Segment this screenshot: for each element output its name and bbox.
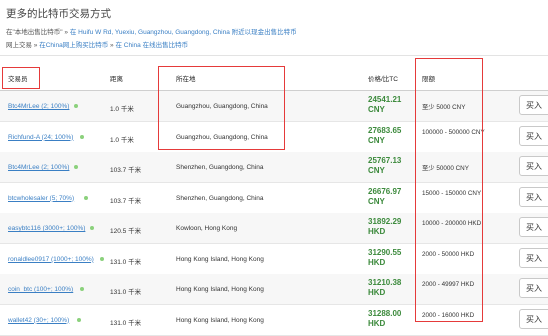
- online-status-dot: [80, 134, 85, 139]
- online-status-dot: [83, 195, 88, 200]
- header-distance[interactable]: 距离: [110, 73, 123, 83]
- buy-button[interactable]: 买入: [519, 247, 548, 268]
- trader-link[interactable]: ronaldlee0917 (1000+; 100%): [8, 256, 94, 263]
- online-status-dot: [73, 104, 78, 108]
- header-divider: [0, 55, 548, 56]
- price-cell: 31892.29 HKD: [368, 217, 402, 236]
- trader-link[interactable]: wallet42 (30+; 100%): [8, 317, 69, 324]
- online-trade-line: 网上交易 » 在China网上购买比特币 » 在 China 在线出售比特币: [6, 39, 188, 49]
- buy-button[interactable]: 买入: [519, 217, 548, 237]
- price-cell: 31210.38 HKD: [368, 278, 402, 297]
- buy-online-china-link[interactable]: 在China网上购买比特币: [39, 42, 108, 49]
- online-status-dot: [77, 317, 81, 322]
- trader-link[interactable]: easybtc116 (3000+; 100%): [8, 225, 85, 232]
- buy-button[interactable]: 买入: [519, 125, 548, 146]
- price-cell: 31288.00 HKD: [368, 308, 402, 328]
- buy-button[interactable]: 买入: [519, 308, 548, 329]
- highlight-trader-header: [2, 67, 40, 89]
- price-cell: 25767.13 CNY: [368, 156, 402, 175]
- location-cell: Hong Kong Island, Hong Kong: [176, 316, 264, 324]
- price-cell: 31290.55 HKD: [368, 247, 402, 267]
- location-cell: Hong Kong Island, Hong Kong: [176, 286, 264, 293]
- trader-link[interactable]: btcwholesaler (5; 70%): [8, 195, 74, 202]
- highlight-limits: [415, 58, 483, 322]
- local-sell-label: 在"本地出售比特币" »: [6, 29, 69, 36]
- online-status-dot: [73, 165, 78, 169]
- distance-cell: 120.5 千米: [110, 228, 142, 235]
- buy-button[interactable]: 买入: [519, 95, 548, 115]
- price-cell: 26676.97 CNY: [368, 186, 402, 206]
- distance-cell: 103.7 千米: [110, 167, 142, 174]
- location-cell: Shenzhen, Guangdong, China: [176, 164, 264, 171]
- buy-button[interactable]: 买入: [519, 186, 548, 207]
- separator-glyph: »: [110, 42, 114, 49]
- trader-link[interactable]: Richfund-A (24; 100%): [8, 134, 73, 141]
- trader-link[interactable]: Btc4MrLee (2; 100%): [8, 103, 69, 110]
- page-title: 更多的比特币交易方式: [6, 8, 111, 20]
- price-cell: 24541.21 CNY: [368, 95, 402, 114]
- location-cell: Hong Kong Island, Hong Kong: [176, 255, 264, 263]
- buy-button[interactable]: 买入: [519, 156, 548, 176]
- sell-online-china-link[interactable]: 在 China 在线出售比特币: [115, 42, 188, 49]
- location-cell: Kowloon, Hong Kong: [176, 225, 238, 232]
- price-cell: 27683.65 CNY: [368, 125, 402, 145]
- distance-cell: 103.7 千米: [110, 197, 142, 205]
- trader-link[interactable]: coin_btc (100+; 100%): [8, 286, 73, 293]
- online-status-dot: [99, 256, 104, 261]
- distance-cell: 1.0 千米: [110, 106, 134, 113]
- distance-cell: 131.0 千米: [110, 319, 142, 327]
- header-price[interactable]: 价格/比TC: [368, 73, 398, 83]
- highlight-location: [158, 66, 285, 150]
- local-cash-sell-link[interactable]: 在 Huifu W Rd, Yuexiu, Guangzhou, Guangdo…: [70, 29, 297, 36]
- online-status-dot: [90, 226, 94, 230]
- distance-cell: 131.0 千米: [110, 258, 142, 266]
- buy-button[interactable]: 买入: [519, 278, 548, 298]
- trader-link[interactable]: Btc4MrLee (2; 100%): [8, 164, 69, 171]
- distance-cell: 1.0 千米: [110, 136, 134, 144]
- online-trade-label: 网上交易 »: [6, 42, 38, 49]
- online-status-dot: [80, 287, 85, 291]
- local-sell-line: 在"本地出售比特币" » 在 Huifu W Rd, Yuexiu, Guang…: [6, 26, 297, 36]
- distance-cell: 131.0 千米: [110, 289, 142, 296]
- location-cell: Shenzhen, Guangdong, China: [176, 194, 264, 202]
